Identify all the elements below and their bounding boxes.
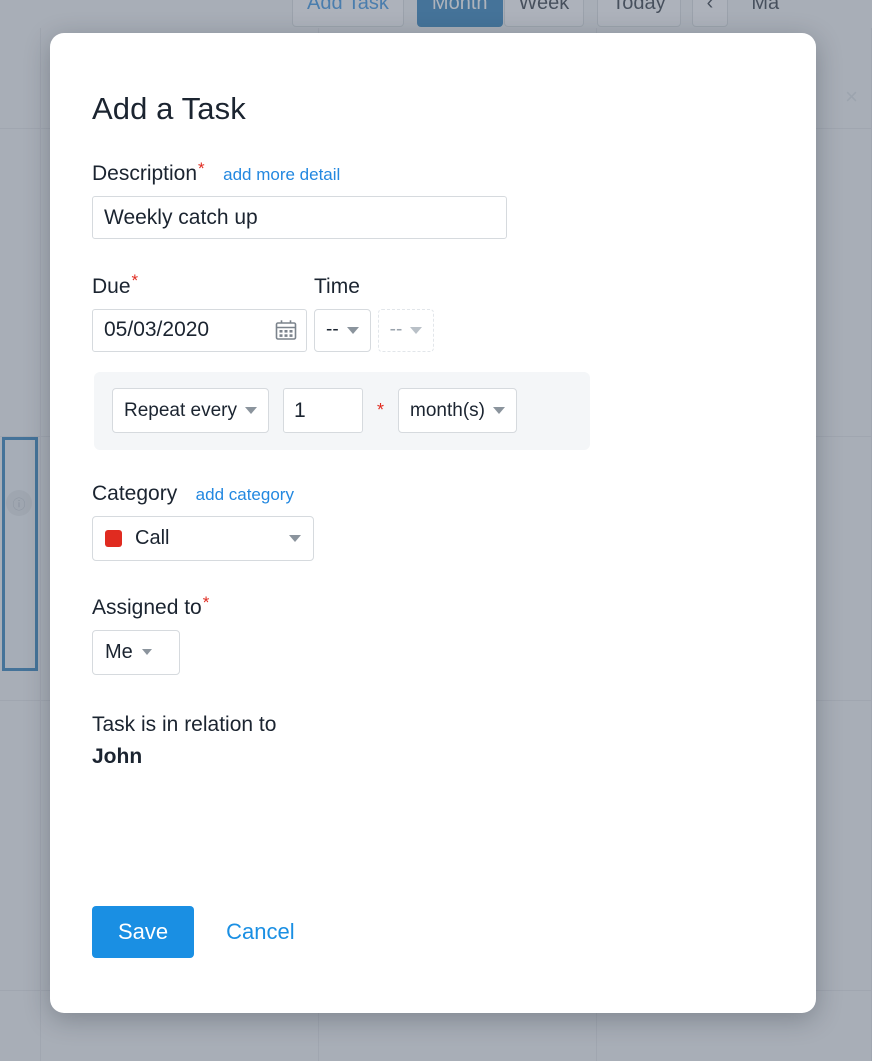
due-label: Due [92, 274, 131, 298]
calendar-icon[interactable] [275, 320, 297, 341]
category-select[interactable]: Call [92, 515, 314, 561]
task-relation-block: Task is in relation to John [92, 713, 774, 769]
repeat-unit-select[interactable]: month(s) [398, 388, 517, 434]
assigned-select[interactable]: Me [92, 629, 180, 675]
description-required-mark: * [198, 159, 205, 178]
time-hour-value: -- [326, 319, 339, 341]
cancel-button[interactable]: Cancel [220, 918, 300, 946]
assigned-label: Assigned to [92, 595, 202, 619]
description-field-group: Description* add more detail [92, 159, 774, 240]
dialog-footer: Save Cancel [92, 906, 301, 958]
chevron-down-icon [493, 407, 505, 415]
description-input[interactable] [92, 196, 507, 240]
category-field-group: Category add category Call [92, 482, 774, 561]
category-label: Category [92, 481, 178, 505]
assigned-field-group: Assigned to* Me [92, 593, 774, 675]
chevron-down-icon [410, 326, 423, 334]
repeat-required-mark: * [377, 400, 385, 421]
description-label: Description [92, 162, 198, 186]
relation-label: Task is in relation to [92, 712, 277, 736]
chevron-down-icon [289, 534, 301, 542]
repeat-unit-value: month(s) [410, 399, 485, 421]
chevron-down-icon [245, 407, 258, 415]
add-more-detail-link[interactable]: add more detail [223, 165, 340, 184]
time-label: Time [314, 274, 360, 298]
relation-value: John [92, 744, 143, 768]
save-button[interactable]: Save [92, 906, 195, 958]
assigned-value: Me [105, 640, 133, 663]
due-time-row: Due* Time [92, 271, 774, 352]
time-field-group: Time -- -- [314, 274, 435, 352]
category-color-swatch [105, 529, 122, 547]
category-value: Call [135, 526, 170, 549]
due-field-group: Due* [92, 271, 314, 352]
repeat-settings-panel: Repeat every * month(s) [94, 371, 590, 450]
time-hour-select[interactable]: -- [314, 308, 371, 352]
chevron-down-icon [346, 326, 359, 334]
add-task-dialog: Add a Task Description* add more detail … [50, 33, 816, 1013]
time-minute-value: -- [389, 319, 403, 341]
repeat-interval-input[interactable] [283, 388, 364, 434]
repeat-frequency-value: Repeat every [124, 399, 238, 421]
add-category-link[interactable]: add category [196, 485, 294, 504]
due-required-mark: * [131, 271, 139, 291]
page-title: Add a Task [92, 91, 246, 126]
repeat-frequency-select[interactable]: Repeat every [112, 388, 270, 434]
time-minute-select[interactable]: -- [377, 308, 435, 352]
assigned-required-mark: * [202, 592, 210, 612]
chevron-down-icon [141, 649, 152, 656]
